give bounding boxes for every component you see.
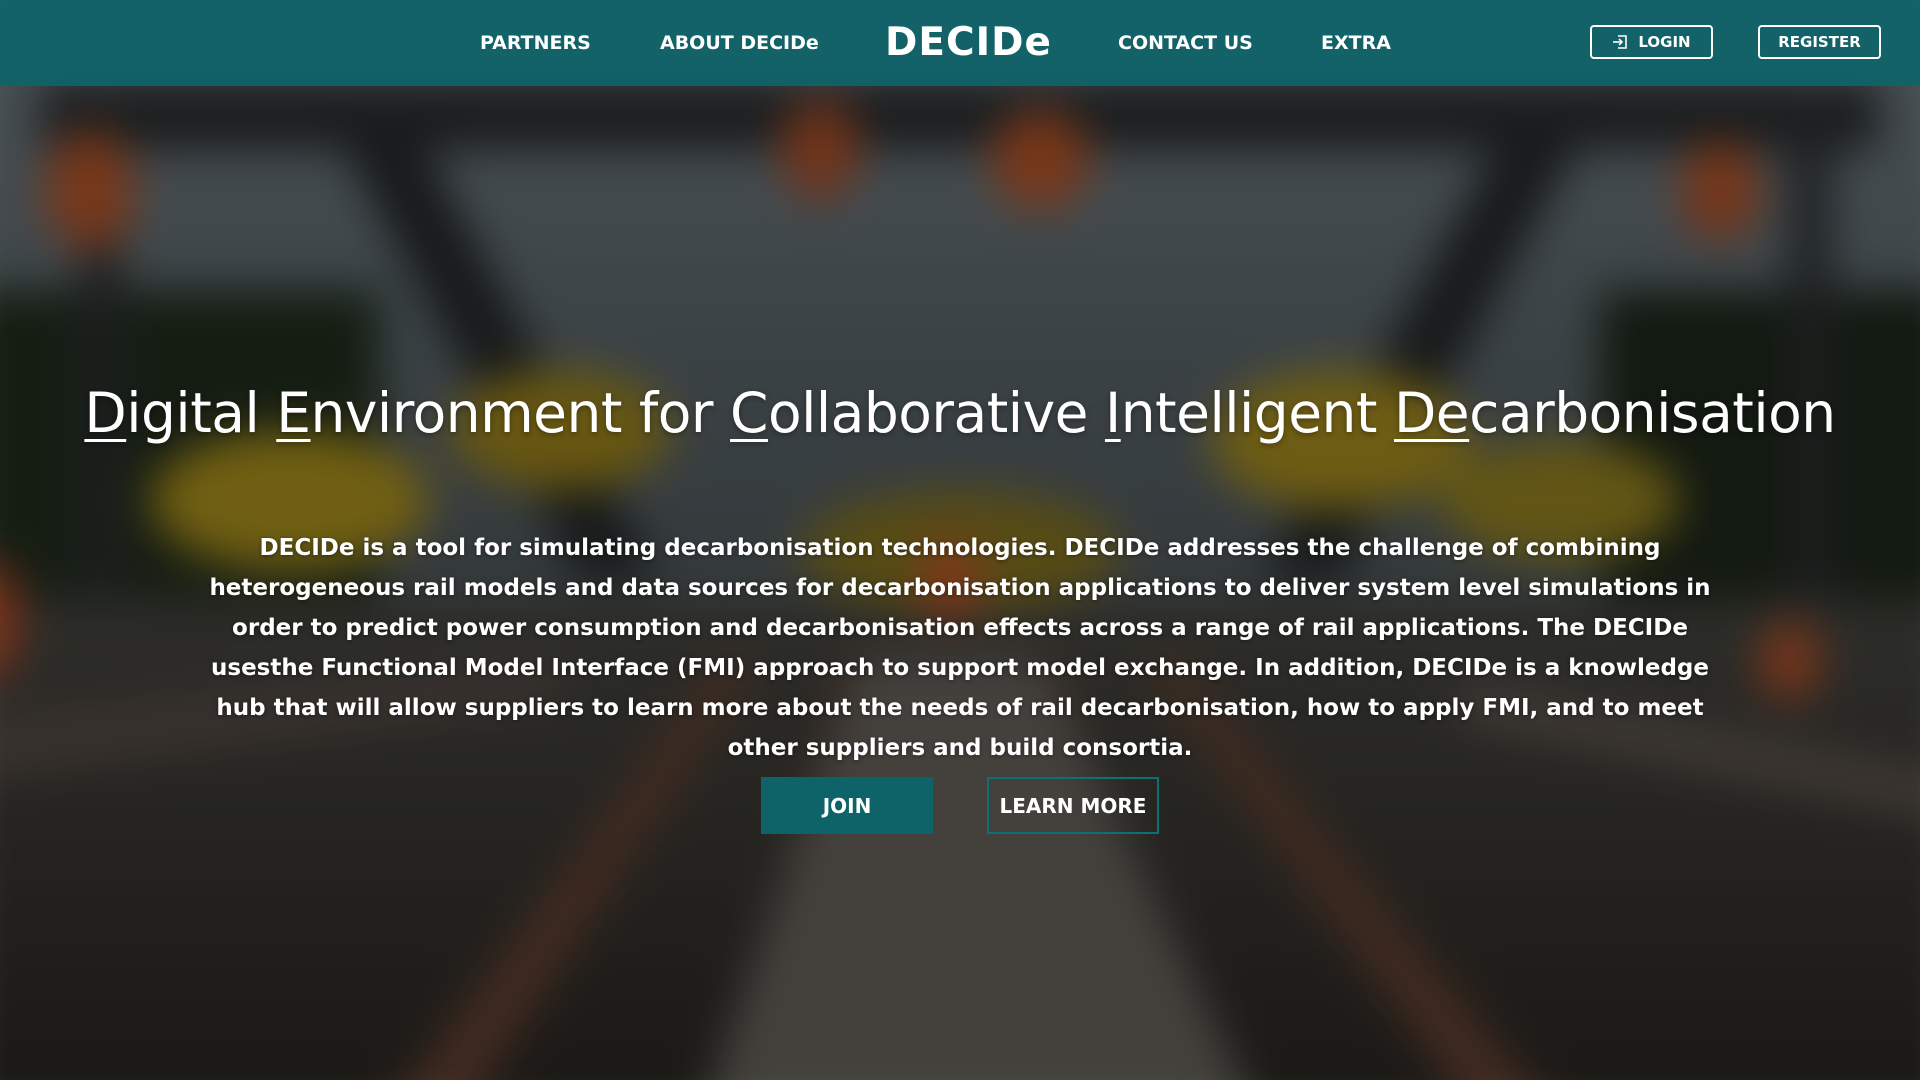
register-label: REGISTER	[1778, 33, 1861, 51]
join-label: JOIN	[822, 793, 872, 818]
title-acronym-letter: De	[1393, 380, 1470, 445]
login-button[interactable]: LOGIN	[1590, 25, 1713, 59]
title-text-segment: carbonisation	[1469, 380, 1836, 445]
title-acronym-letter: D	[84, 380, 127, 445]
title-acronym-letter: E	[276, 380, 311, 445]
join-button[interactable]: JOIN	[761, 777, 933, 834]
nav-link-partners[interactable]: PARTNERS	[480, 0, 591, 86]
hero-title: Digital Environment for Collaborative In…	[0, 375, 1920, 451]
login-label: LOGIN	[1638, 33, 1691, 51]
page: PARTNERS ABOUT DECIDe DECIDe CONTACT US …	[0, 0, 1920, 1080]
title-text-segment: igital	[126, 380, 277, 445]
learn-more-button[interactable]: LEARN MORE	[987, 777, 1159, 834]
title-text-segment: nvironment for	[310, 380, 731, 445]
hero-description: DECIDe is a tool for simulating decarbon…	[209, 535, 1711, 761]
login-icon	[1612, 34, 1628, 50]
title-acronym-letter: I	[1104, 380, 1121, 445]
register-button[interactable]: REGISTER	[1758, 25, 1881, 59]
top-navbar: PARTNERS ABOUT DECIDe DECIDe CONTACT US …	[0, 0, 1920, 86]
nav-link-contact[interactable]: CONTACT US	[1118, 0, 1253, 86]
title-acronym-letter: C	[730, 380, 768, 445]
learn-more-label: LEARN MORE	[999, 793, 1147, 818]
nav-link-extra[interactable]: EXTRA	[1321, 0, 1391, 86]
brand-logo[interactable]: DECIDe	[885, 0, 1052, 86]
title-text-segment: ntelligent	[1120, 380, 1394, 445]
nav-link-about[interactable]: ABOUT DECIDe	[660, 0, 819, 86]
title-text-segment: ollaborative	[767, 380, 1105, 445]
